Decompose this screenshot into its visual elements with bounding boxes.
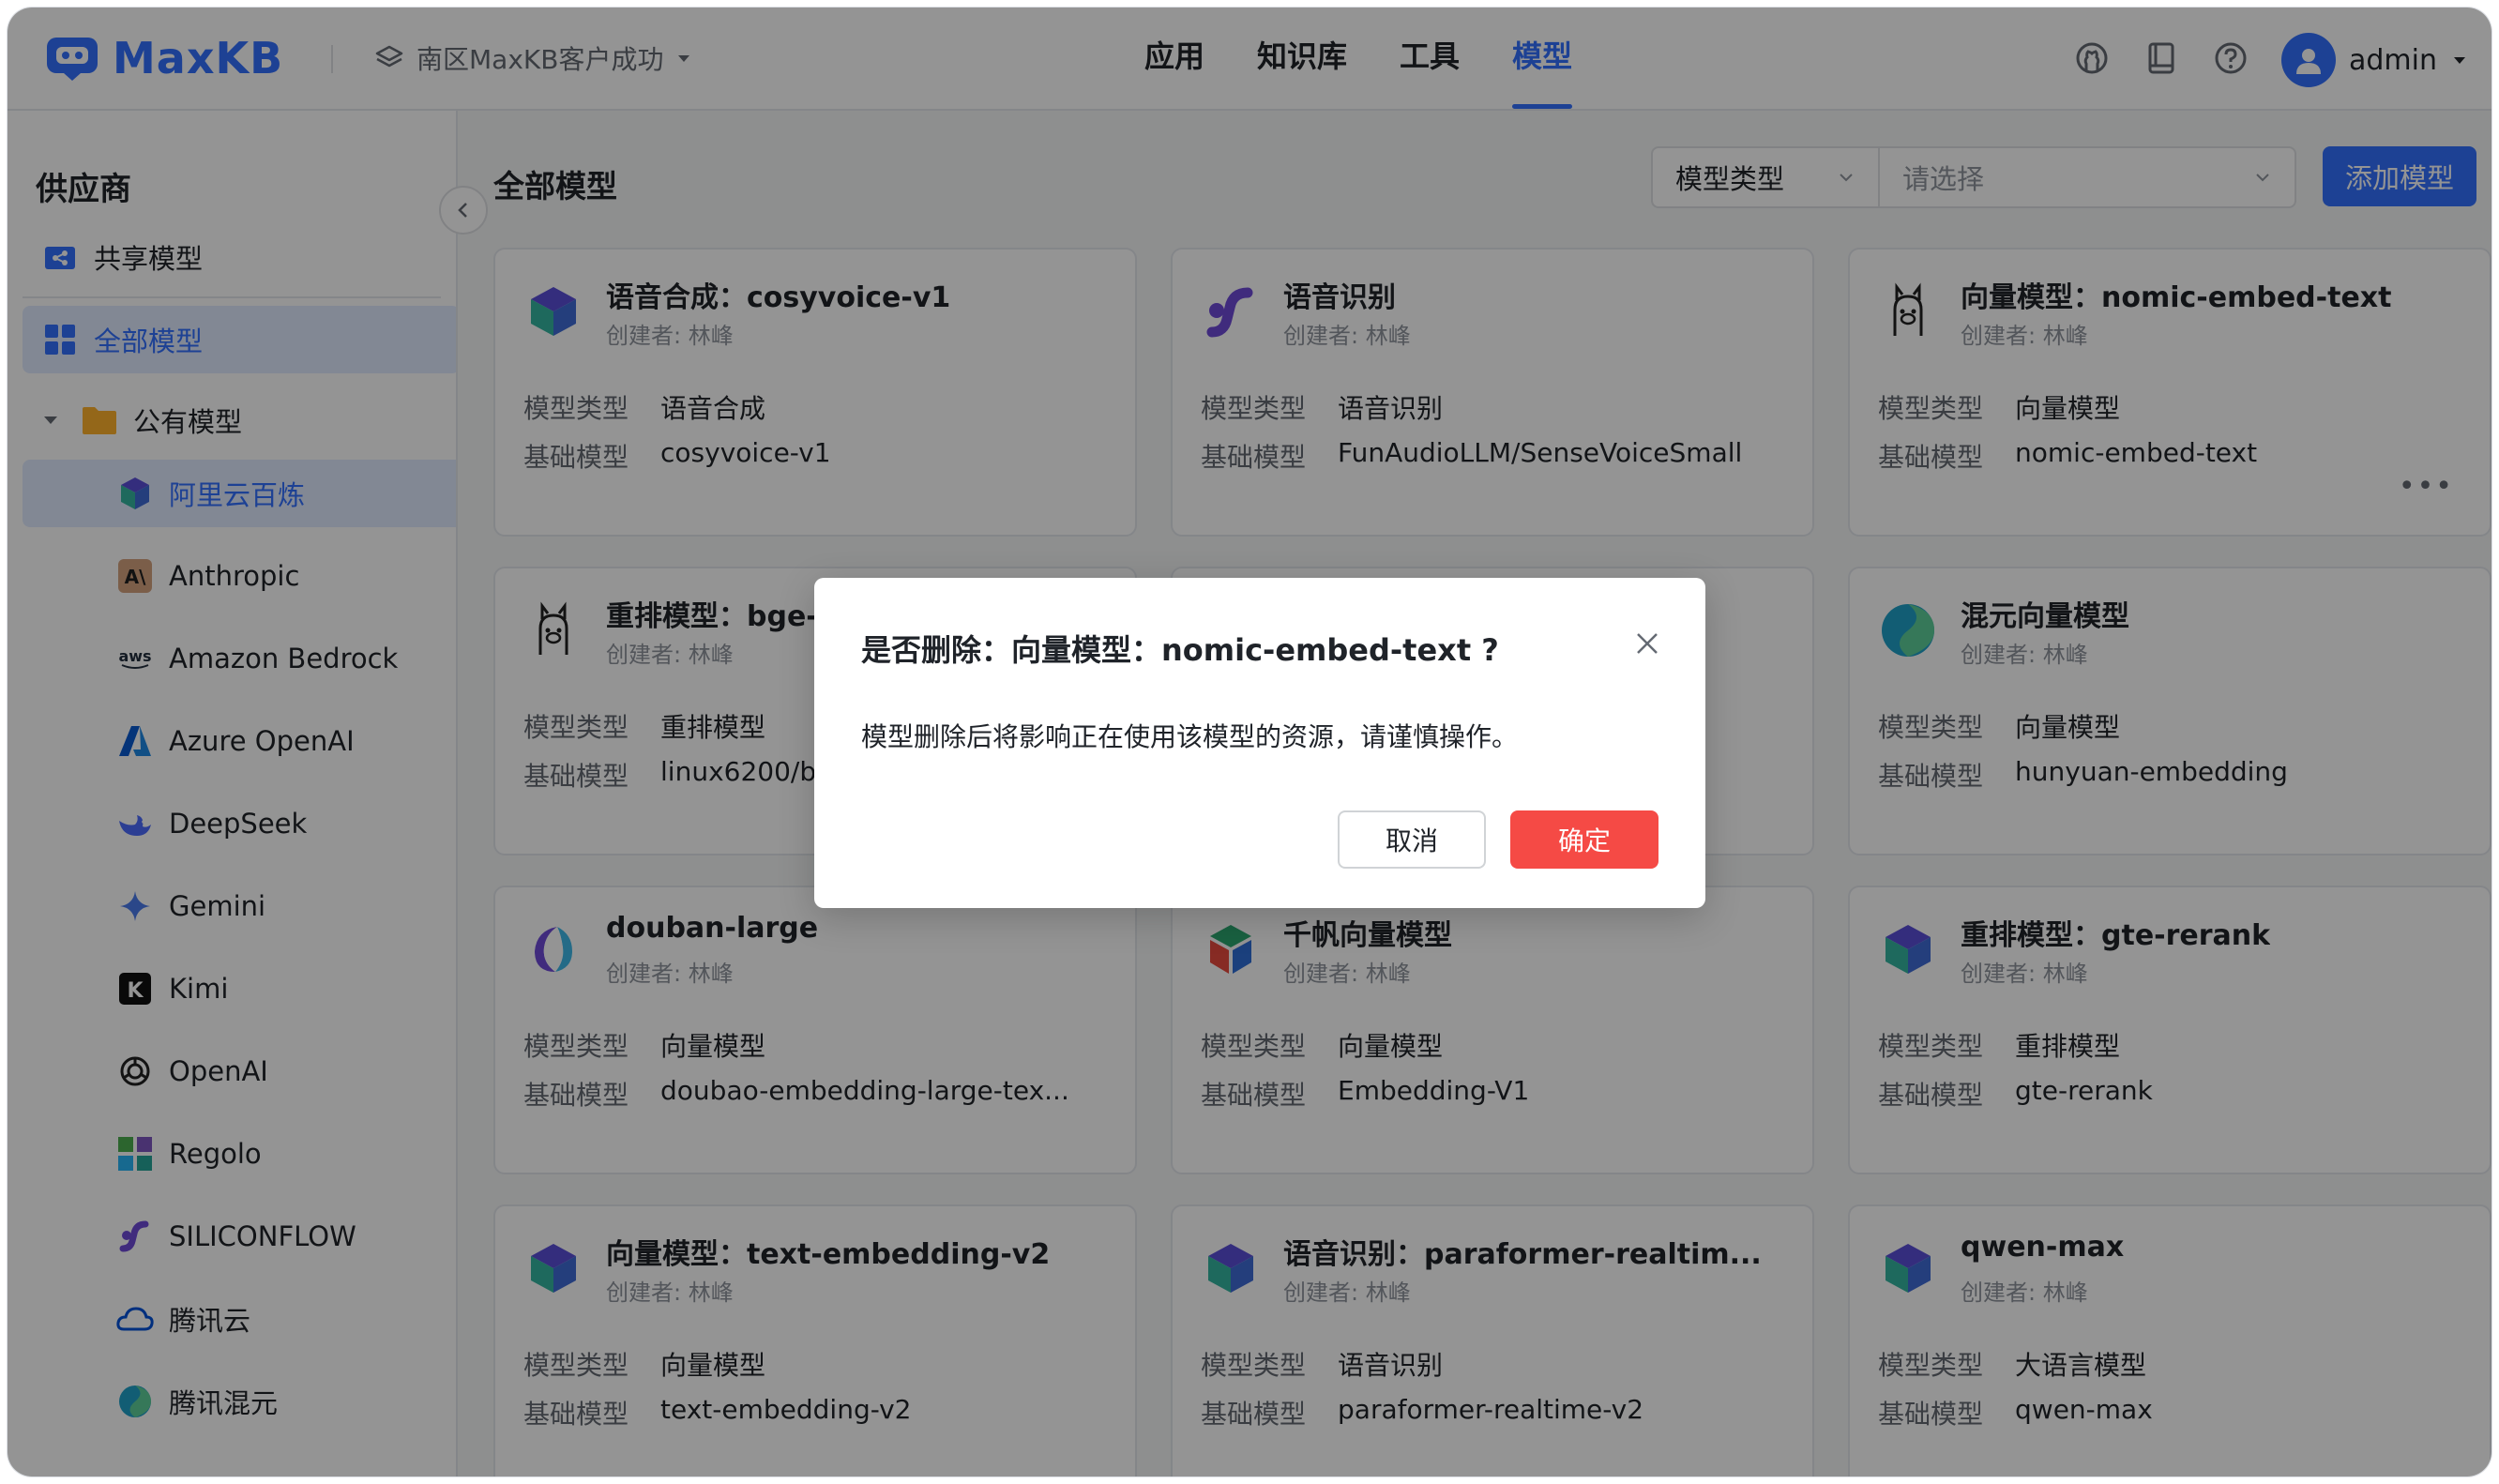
dialog-message: 模型删除后将影响正在使用该模型的资源，请谨慎操作。: [861, 721, 1519, 752]
dialog-title: 是否删除：向量模型：nomic-embed-text ?: [861, 632, 1499, 668]
delete-confirm-dialog: 是否删除：向量模型：nomic-embed-text ? 模型删除后将影响正在使…: [814, 578, 1705, 908]
cancel-button[interactable]: 取消: [1338, 810, 1486, 869]
confirm-button[interactable]: 确定: [1510, 810, 1658, 869]
close-icon[interactable]: [1630, 627, 1664, 660]
app-window: MaxKB 南区MaxKB客户成功 应用 知识库 工具 模型 admin 供应商…: [8, 8, 2491, 1476]
